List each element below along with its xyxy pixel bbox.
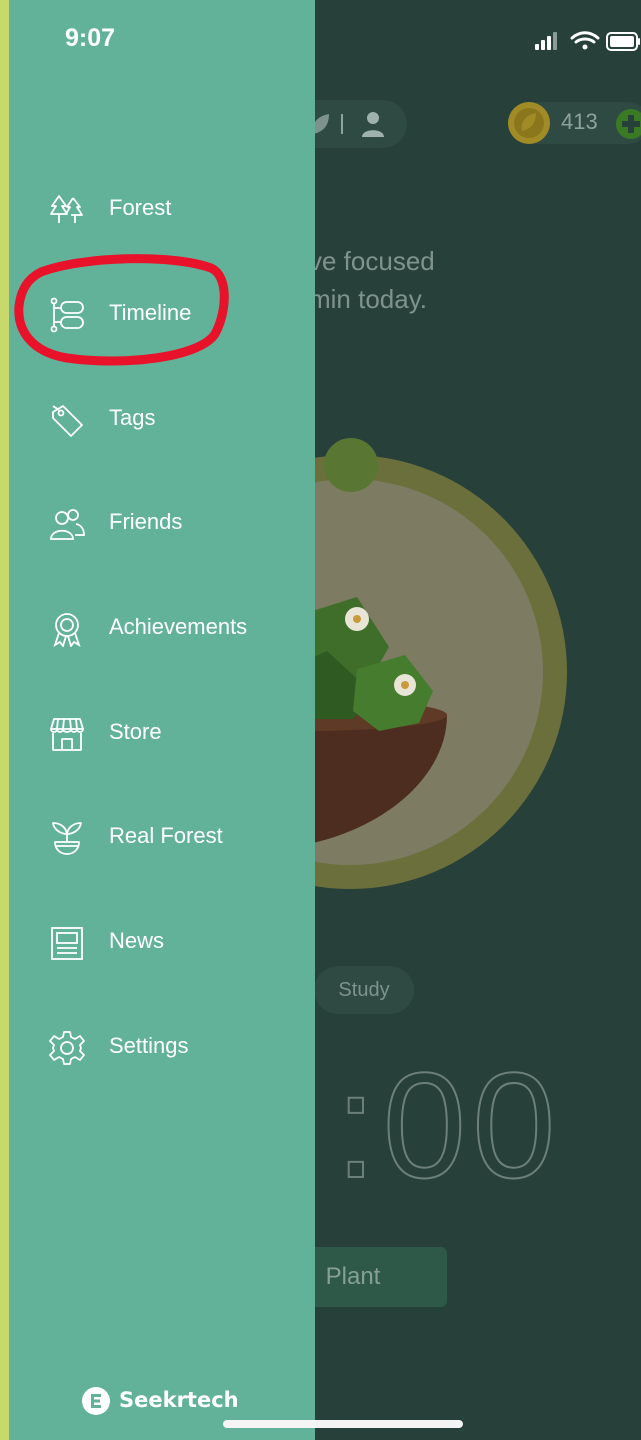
medal-icon: [53, 613, 81, 647]
add-coins-icon[interactable]: [614, 107, 641, 141]
menu-item-label: Achievements: [109, 614, 248, 639]
brand-watermark: Seekrtech: [81, 1386, 239, 1418]
menu-item-label: Tags: [109, 405, 156, 430]
status-time: 9:07: [65, 24, 116, 52]
wifi-icon: [570, 31, 600, 50]
menu-item-store[interactable]: Store: [49, 704, 309, 764]
battery-icon: [606, 32, 640, 51]
focus-summary: ve focused min today.: [309, 242, 435, 318]
menu-item-news[interactable]: News: [49, 913, 309, 973]
timer-display: :00: [334, 1040, 562, 1210]
tag-icon: [52, 405, 83, 437]
coin-balance[interactable]: 413: [508, 102, 641, 144]
gear-icon: [49, 1031, 85, 1065]
seekrtech-logo-icon: [82, 1387, 110, 1415]
menu-item-label: Settings: [109, 1033, 189, 1058]
status-indicators: [535, 31, 640, 51]
coin-count: 413: [561, 109, 598, 134]
timer-knob[interactable]: [324, 438, 378, 492]
home-indicator[interactable]: [223, 1420, 463, 1428]
profile-icon: [362, 112, 384, 137]
sprout-icon: [52, 822, 82, 855]
menu-item-real-forest[interactable]: Real Forest: [49, 808, 309, 868]
menu-item-label: News: [109, 928, 165, 953]
coin-icon: [508, 102, 550, 144]
plant-button-label: Plant: [325, 1263, 381, 1290]
side-drawer: 9:07 Forest Timeline Tags Friends Achiev…: [9, 0, 315, 1440]
focus-line-1: ve focused: [309, 246, 435, 276]
focus-line-2: min today.: [309, 284, 428, 314]
highlight-circle-annotation: [14, 254, 229, 366]
menu-item-label: Friends: [109, 509, 183, 534]
divider: [341, 114, 343, 134]
app-screen: 413 ve focused min today. Study :00 Plan…: [9, 0, 641, 1440]
tag-selector[interactable]: Study: [314, 966, 414, 1014]
trees-icon: [50, 195, 83, 223]
menu-item-friends[interactable]: Friends: [49, 494, 309, 554]
friends-icon: [50, 509, 85, 540]
menu-item-tags[interactable]: Tags: [49, 390, 309, 450]
menu-item-label: Store: [109, 719, 162, 744]
menu-item-settings[interactable]: Settings: [49, 1018, 309, 1078]
signal-icon: [535, 32, 557, 50]
store-icon: [50, 718, 84, 751]
brand-name: Seekrtech: [119, 1388, 239, 1412]
menu-item-label: Real Forest: [109, 823, 223, 848]
news-icon: [51, 927, 83, 960]
menu-item-forest[interactable]: Forest: [49, 180, 309, 240]
menu-item-label: Forest: [109, 195, 172, 220]
menu-item-achievements[interactable]: Achievements: [49, 599, 309, 659]
